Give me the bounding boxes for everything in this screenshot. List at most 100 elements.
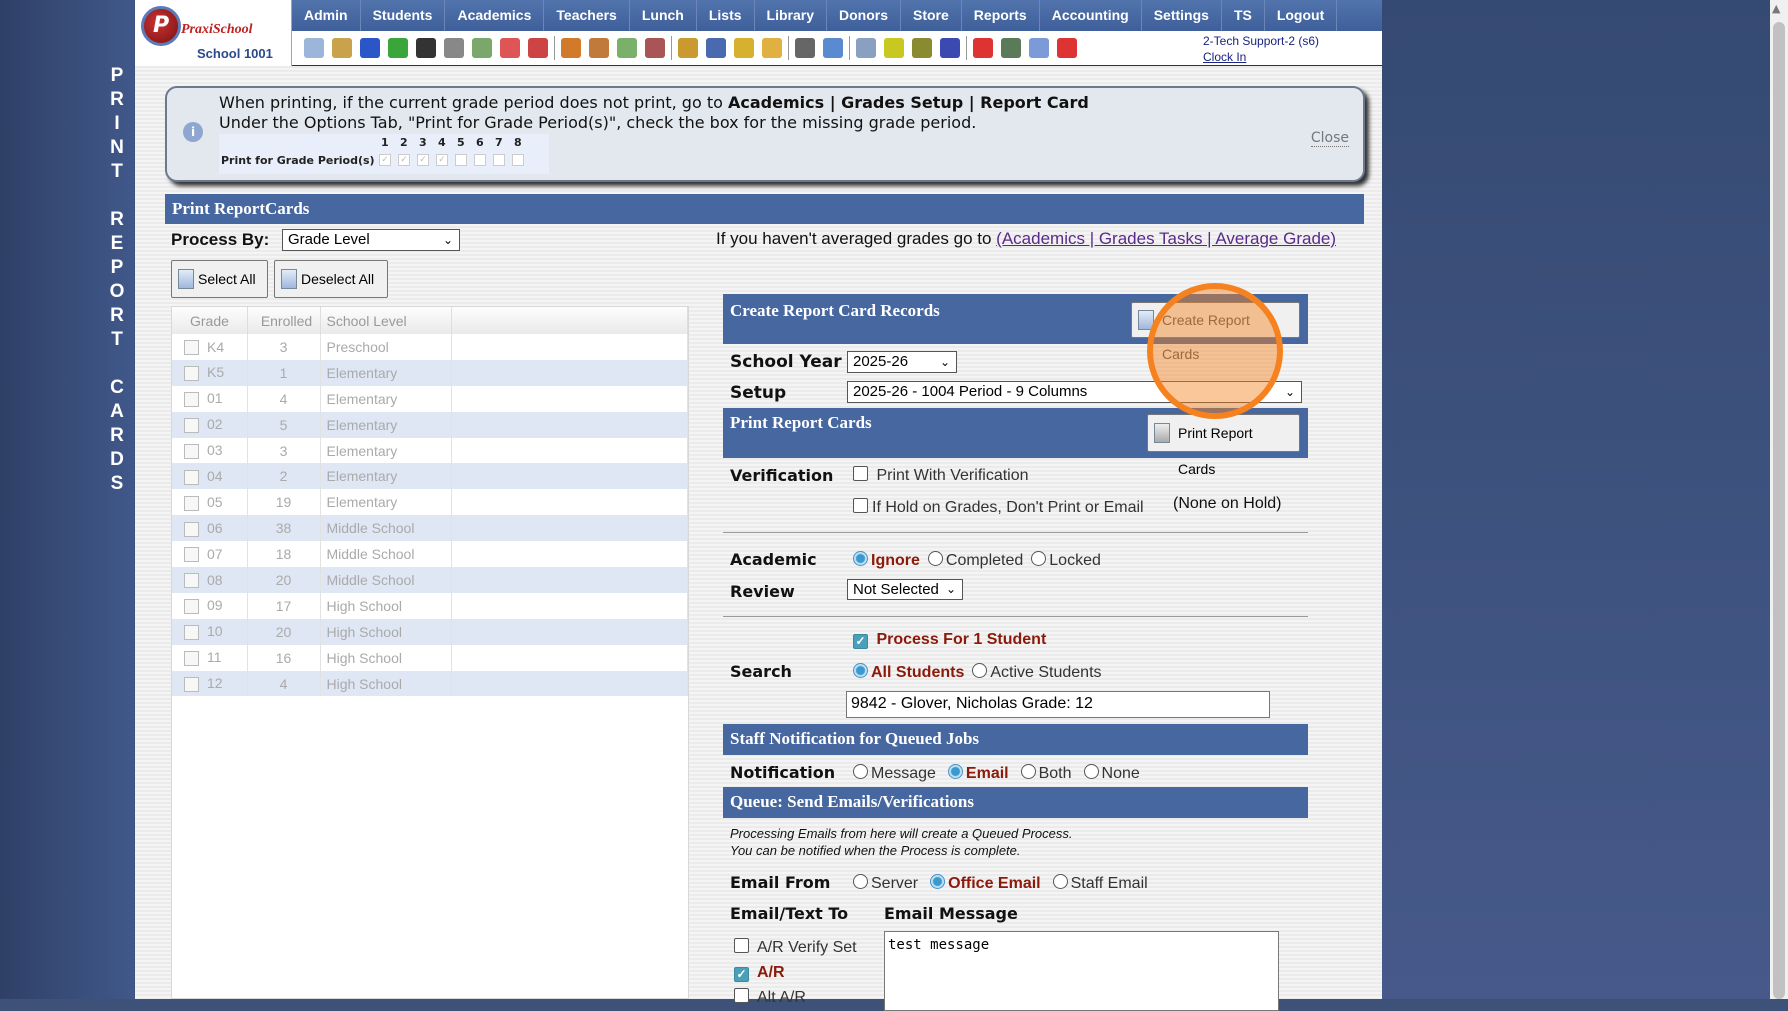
grade-checkbox[interactable]: [184, 573, 199, 589]
staff-icon[interactable]: [795, 38, 815, 58]
print-with-verification-checkbox[interactable]: [853, 466, 868, 481]
table-row[interactable]: 10 20 High School: [172, 618, 688, 645]
email-to-option[interactable]: ✓ A/R: [734, 960, 857, 985]
calendar-icon[interactable]: [500, 38, 520, 58]
close-link[interactable]: Close: [1310, 130, 1349, 147]
nav-ts[interactable]: TS: [1222, 0, 1265, 31]
help-icon[interactable]: [1029, 38, 1049, 58]
radio-option-email[interactable]: Email: [947, 764, 1009, 782]
search-icon[interactable]: [304, 38, 324, 58]
grade-checkbox[interactable]: [184, 366, 199, 382]
nav-academics[interactable]: Academics: [445, 0, 545, 31]
radio-button[interactable]: [930, 874, 946, 889]
grade-checkbox[interactable]: [184, 521, 199, 537]
nav-lunch[interactable]: Lunch: [630, 0, 697, 31]
table-row[interactable]: 09 17 High School: [172, 592, 688, 619]
deselect-all-button[interactable]: Deselect All: [274, 260, 388, 298]
grade-checkbox[interactable]: [184, 443, 199, 459]
select-all-button[interactable]: Select All: [171, 260, 268, 298]
nav-donors[interactable]: Donors: [827, 0, 901, 31]
radio-option-completed[interactable]: Completed: [927, 551, 1023, 569]
table-row[interactable]: K4 3 Preschool: [172, 334, 688, 360]
cash-register-icon[interactable]: [1001, 38, 1021, 58]
grade-checkbox[interactable]: [184, 392, 199, 408]
book-icon[interactable]: [706, 38, 726, 58]
card-icon[interactable]: [884, 38, 904, 58]
radio-option-active-students[interactable]: Active Students: [972, 663, 1102, 681]
logo[interactable]: P PraxiSchool School 1001: [135, 0, 292, 66]
money-icon[interactable]: [617, 38, 637, 58]
scroll-up-icon[interactable]: ▲: [1772, 2, 1780, 15]
radio-button[interactable]: [1020, 764, 1036, 779]
nav-store[interactable]: Store: [901, 0, 962, 31]
radio-button[interactable]: [1083, 764, 1099, 779]
table-row[interactable]: 07 18 Middle School: [172, 541, 688, 568]
process-one-student-option[interactable]: ✓ Process For 1 Student: [853, 631, 1046, 649]
grade-checkbox[interactable]: [184, 651, 199, 667]
person-icon[interactable]: [589, 38, 609, 58]
spreadsheet-icon[interactable]: [472, 38, 492, 58]
speaker-icon[interactable]: [444, 38, 464, 58]
power-icon[interactable]: [1057, 38, 1077, 58]
radio-button[interactable]: [853, 551, 868, 566]
pdf-icon[interactable]: [973, 38, 993, 58]
nav-lists[interactable]: Lists: [697, 0, 755, 31]
export-icon[interactable]: [762, 38, 782, 58]
calendar-grid-icon[interactable]: [332, 38, 352, 58]
megaphone-icon[interactable]: [528, 38, 548, 58]
table-row[interactable]: 12 4 High School: [172, 670, 688, 697]
bell-icon[interactable]: [734, 38, 754, 58]
grade-checkbox[interactable]: [184, 418, 199, 434]
nav-students[interactable]: Students: [361, 0, 446, 31]
grade-checkbox[interactable]: [184, 547, 199, 563]
grade-checkbox[interactable]: [184, 469, 199, 485]
nav-logout[interactable]: Logout: [1265, 0, 1338, 31]
people-icon[interactable]: [645, 38, 665, 58]
add-person-icon[interactable]: [561, 38, 581, 58]
review-select[interactable]: Not Selected ⌄: [847, 579, 963, 600]
table-row[interactable]: 05 19 Elementary: [172, 489, 688, 516]
grade-checkbox[interactable]: [184, 599, 199, 615]
radio-option-staff-email[interactable]: Staff Email: [1052, 874, 1148, 892]
radio-option-office-email[interactable]: Office Email: [930, 874, 1041, 892]
mobile-phone-icon[interactable]: [416, 38, 436, 58]
hold-option[interactable]: If Hold on Grades, Don't Print or Email: [853, 498, 1144, 517]
radio-option-message[interactable]: Message: [853, 764, 936, 782]
table-row[interactable]: 08 20 Middle School: [172, 567, 688, 593]
table-row[interactable]: 11 16 High School: [172, 644, 688, 671]
school-year-select[interactable]: 2025-26 ⌄: [847, 351, 957, 373]
radio-option-none[interactable]: None: [1083, 764, 1140, 782]
ap-icon[interactable]: [940, 38, 960, 58]
chat-add-icon[interactable]: [388, 38, 408, 58]
email-to-checkbox[interactable]: ✓: [734, 967, 749, 982]
grade-checkbox[interactable]: [184, 340, 199, 356]
radio-button[interactable]: [1052, 874, 1068, 889]
nav-teachers[interactable]: Teachers: [544, 0, 630, 31]
radio-option-ignore[interactable]: Ignore: [853, 551, 920, 569]
process-by-select[interactable]: Grade Level ⌄: [282, 229, 460, 251]
print-report-cards-button[interactable]: Print Report Cards: [1147, 414, 1300, 477]
radio-button[interactable]: [853, 874, 868, 889]
at-email-icon[interactable]: [360, 38, 380, 58]
print-with-verification-option[interactable]: Print With Verification: [853, 466, 1029, 485]
table-icon[interactable]: [856, 38, 876, 58]
column-header-grade[interactable]: Grade: [172, 307, 248, 334]
radio-option-both[interactable]: Both: [1020, 764, 1072, 782]
table-row[interactable]: 04 2 Elementary: [172, 463, 688, 490]
grade-checkbox[interactable]: [184, 495, 199, 511]
radio-button[interactable]: [853, 663, 868, 678]
nav-reports[interactable]: Reports: [962, 0, 1040, 31]
table-row[interactable]: K5 1 Elementary: [172, 359, 688, 386]
email-message-textarea[interactable]: test message: [884, 931, 1279, 1011]
table-row[interactable]: 02 5 Elementary: [172, 411, 688, 438]
nav-accounting[interactable]: Accounting: [1040, 0, 1142, 31]
table-row[interactable]: 01 4 Elementary: [172, 385, 688, 412]
radio-button[interactable]: [1031, 551, 1047, 566]
nav-settings[interactable]: Settings: [1142, 0, 1222, 31]
radio-button[interactable]: [972, 663, 988, 678]
table-row[interactable]: 03 3 Elementary: [172, 437, 688, 464]
scrollbar-thumb[interactable]: [1773, 22, 1785, 999]
clock-icon[interactable]: [823, 38, 843, 58]
hold-checkbox[interactable]: [853, 498, 868, 513]
email-to-option[interactable]: Alt A/R: [734, 985, 857, 1010]
